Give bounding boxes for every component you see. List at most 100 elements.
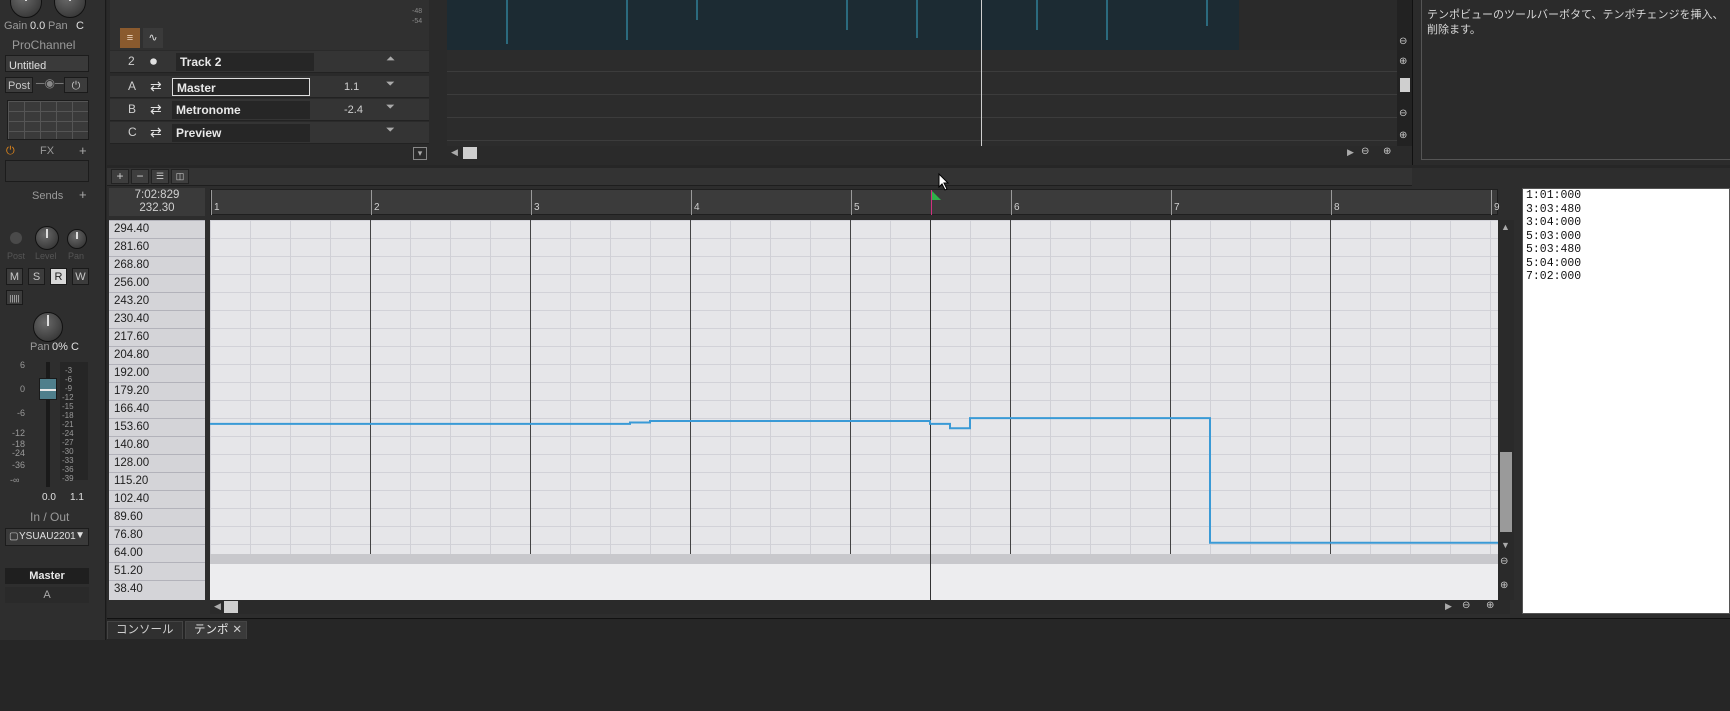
write-button[interactable]: W <box>72 268 89 285</box>
track-lane[interactable] <box>447 50 1397 72</box>
expand-icon[interactable]: ⏷ <box>386 124 395 137</box>
scroll-left-icon[interactable]: ◀ <box>451 147 458 158</box>
tempo-list-item[interactable]: 5:03:480 <box>1523 243 1729 257</box>
collapse-icon[interactable]: ⏶ <box>386 53 395 66</box>
scroll-up-icon[interactable]: ▲ <box>1501 222 1510 232</box>
tempo-list[interactable]: 1:01:000 3:03:480 3:04:000 5:03:000 5:03:480… <box>1522 188 1730 614</box>
post-button[interactable]: Post <box>5 77 33 93</box>
sends-add-icon[interactable]: + <box>79 187 87 202</box>
track-vertical-scrollbar[interactable]: ⊖ ⊕ ⊖ ⊕ <box>1397 0 1413 146</box>
send-level-label: Level <box>35 251 57 261</box>
fx-bin[interactable] <box>5 160 89 182</box>
output-selector[interactable]: ▢ YSUAU2201 ▼ <box>5 528 89 546</box>
automation-view-button[interactable]: ∿ <box>143 28 163 48</box>
channel-pan-knob[interactable] <box>33 312 63 342</box>
solo-button[interactable]: S <box>28 268 45 285</box>
track-horizontal-scrollbar[interactable]: ◀ ▶ ⊖ ⊕ <box>447 146 1397 160</box>
mute-label: M <box>9 271 20 283</box>
gain-knob[interactable] <box>10 0 42 18</box>
tempo-chart[interactable] <box>210 220 1498 600</box>
read-button[interactable]: R <box>50 268 67 285</box>
tempo-plot[interactable] <box>210 220 1498 600</box>
meter-scale-label: -24 <box>62 429 74 438</box>
meter-scale-label: -6 <box>65 375 73 384</box>
now-time-line[interactable] <box>981 0 982 146</box>
close-icon[interactable]: ✕ <box>232 622 242 638</box>
zoom-out-icon[interactable]: ⊖ <box>1500 556 1508 567</box>
scroll-thumb[interactable] <box>463 147 477 159</box>
track-name[interactable]: Metronome <box>172 101 310 119</box>
send-pan-knob[interactable] <box>67 229 87 249</box>
zoom-in-icon[interactable]: ⊕ <box>1399 56 1407 67</box>
tempo-value-label: 217.60 <box>109 328 205 346</box>
tempo-list-item[interactable]: 3:04:000 <box>1523 216 1729 230</box>
tempo-list-item[interactable]: 7:02:000 <box>1523 270 1729 284</box>
fx-add-icon[interactable]: + <box>79 143 87 158</box>
scroll-thumb[interactable] <box>1400 78 1410 92</box>
expand-icon[interactable]: ⏷ <box>386 78 395 91</box>
eq-graph[interactable] <box>7 100 89 140</box>
tempo-view-options-button[interactable]: ◫ <box>171 169 189 184</box>
track-lane[interactable] <box>447 73 1397 95</box>
insert-tempo-button[interactable]: + <box>111 169 129 184</box>
tempo-list-item[interactable]: 1:01:000 <box>1523 189 1729 203</box>
volume-fader-handle[interactable] <box>39 378 57 400</box>
zoom-out-icon[interactable]: ⊖ <box>1462 600 1470 611</box>
fader-scale-label: 0 <box>20 384 26 394</box>
zoom-in-icon[interactable]: ⊕ <box>1399 130 1407 141</box>
now-time-marker-icon[interactable] <box>931 190 941 200</box>
fx-power-icon[interactable]: ⏻ <box>6 145 15 158</box>
zoom-in-icon[interactable]: ⊕ <box>1500 580 1508 591</box>
track-lane[interactable] <box>447 96 1397 118</box>
tempo-list-item[interactable]: 5:04:000 <box>1523 257 1729 271</box>
audio-clip[interactable] <box>447 0 1239 50</box>
meter-scale-label: -33 <box>62 456 74 465</box>
delete-tempo-button[interactable]: − <box>131 169 149 184</box>
tempo-value-label: 89.60 <box>109 508 205 526</box>
track-name[interactable]: Track 2 <box>176 53 314 71</box>
meter-options-button[interactable]: ||||| <box>6 290 23 305</box>
track-name[interactable]: Master <box>172 78 310 96</box>
scroll-left-icon[interactable]: ◀ <box>214 601 221 612</box>
send-enable[interactable] <box>10 232 22 244</box>
zoom-in-icon[interactable]: ⊕ <box>1383 146 1391 157</box>
expand-icon[interactable]: ⏷ <box>386 101 395 114</box>
scroll-down-icon[interactable]: ▼ <box>1501 540 1510 550</box>
meter-scale-label: -48 <box>412 8 423 15</box>
preset-field[interactable]: Untitled <box>5 55 89 72</box>
zoom-in-icon[interactable]: ⊕ <box>1486 600 1494 611</box>
scroll-right-icon[interactable]: ▶ <box>1347 147 1354 158</box>
scroll-thumb[interactable] <box>1500 452 1512 532</box>
power-button[interactable]: ⏻ <box>64 77 88 93</box>
track-lanes[interactable] <box>447 50 1397 146</box>
track-name[interactable]: Preview <box>172 124 310 142</box>
track-row-preview[interactable]: C ⇄ Preview ⏷ <box>110 122 429 144</box>
tempo-horizontal-scrollbar[interactable]: ◀ ▶ ⊖ ⊕ <box>210 600 1510 614</box>
track-pane-menu-icon[interactable]: ▾ <box>413 147 427 160</box>
meter-scale-label: -9 <box>65 384 73 393</box>
track-row-metronome[interactable]: B ⇄ Metronome -2.4 ⏷ <box>110 99 429 121</box>
zoom-out-icon[interactable]: ⊖ <box>1361 146 1369 157</box>
track-row-2[interactable]: 2 ⏺ Track 2 ⏶ <box>110 51 429 73</box>
channel-name-box[interactable]: Master <box>5 568 89 584</box>
tab-console[interactable]: コンソール <box>107 621 183 639</box>
mute-button[interactable]: M <box>6 268 23 285</box>
tempo-list-item[interactable]: 3:03:480 <box>1523 203 1729 217</box>
position-readout: 7:02:829 232.30 <box>109 188 205 216</box>
track-row-master[interactable]: A ⇄ Master 1.1 ⏷ <box>110 76 429 98</box>
tab-tempo[interactable]: テンポ ✕ <box>185 621 247 639</box>
track-lane[interactable] <box>447 119 1397 141</box>
ruler-bar-label: 6 <box>1014 202 1020 213</box>
clip-view-button[interactable]: ≡ <box>120 28 140 48</box>
scroll-thumb[interactable] <box>224 601 238 613</box>
tempo-vertical-scrollbar[interactable]: ▲ ▼ ⊖ ⊕ <box>1498 220 1514 600</box>
fader-value: 0.0 <box>42 492 56 503</box>
zoom-out-icon[interactable]: ⊖ <box>1399 108 1407 119</box>
zoom-out-icon[interactable]: ⊖ <box>1399 36 1407 47</box>
send-level-knob[interactable] <box>35 226 59 250</box>
pan-knob[interactable] <box>54 0 86 18</box>
tempo-list-item[interactable]: 5:03:000 <box>1523 230 1729 244</box>
tempo-list-button[interactable]: ☰ <box>151 169 169 184</box>
time-ruler[interactable]: 1 2 3 4 5 6 7 8 9 <box>210 189 1500 215</box>
scroll-right-icon[interactable]: ▶ <box>1445 601 1452 612</box>
